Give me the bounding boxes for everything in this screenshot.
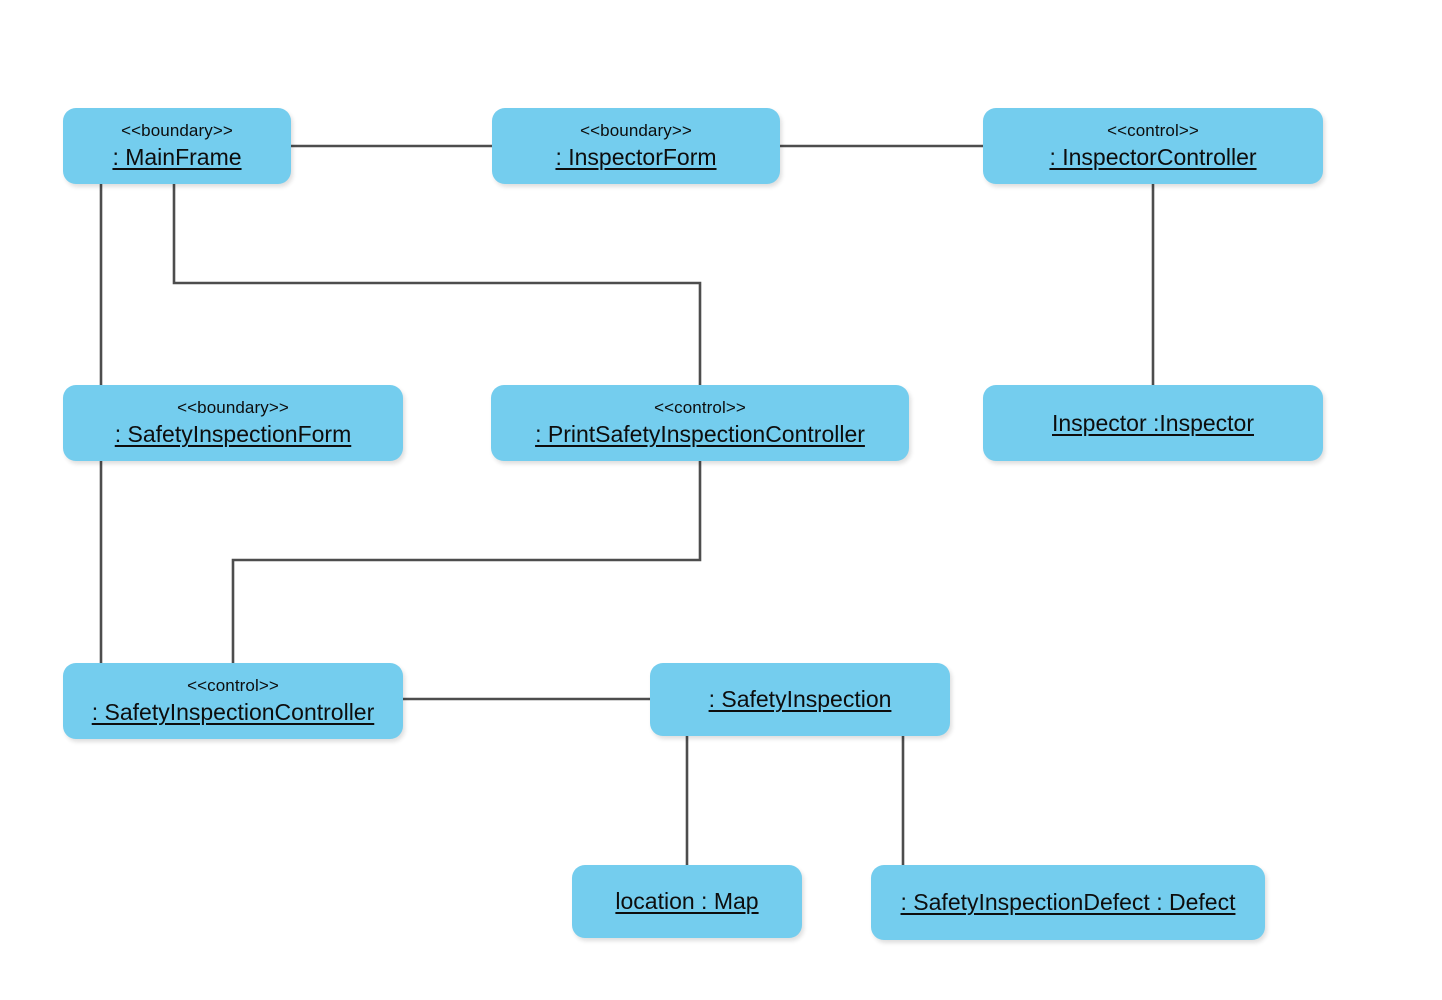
object-node-safetyinspectioncontroller[interactable]: <<control>> : SafetyInspectionController	[63, 663, 403, 739]
object-node-safetyinspectionform[interactable]: <<boundary>> : SafetyInspectionForm	[63, 385, 403, 461]
stereotype-label: <<boundary>>	[121, 121, 233, 140]
object-name-label: : SafetyInspectionController	[91, 699, 375, 725]
object-name-label: : PrintSafetyInspectionController	[535, 421, 865, 447]
object-node-mainframe[interactable]: <<boundary>> : MainFrame	[63, 108, 291, 184]
object-name-label: location : Map	[615, 888, 759, 914]
object-name-label: : InspectorForm	[555, 144, 717, 170]
connector-mainframe-printsafetyinspectioncontroller	[172, 183, 702, 386]
stereotype-label: <<control>>	[654, 398, 746, 417]
object-node-inspector[interactable]: Inspector :Inspector	[983, 385, 1323, 461]
object-node-printsafetyinspectioncontroller[interactable]: <<control>> : PrintSafetyInspectionContro…	[491, 385, 909, 461]
object-node-inspectorform[interactable]: <<boundary>> : InspectorForm	[492, 108, 780, 184]
object-name-label: : SafetyInspectionForm	[114, 421, 352, 447]
stereotype-label: <<control>>	[1107, 121, 1199, 140]
connector-printsafetyinspectioncontroller-safetyinspectioncontroller	[231, 460, 702, 664]
object-name-label: Inspector :Inspector	[1052, 409, 1254, 436]
object-name-label: : SafetyInspection	[708, 686, 892, 712]
object-name-label: : InspectorController	[1049, 144, 1257, 170]
stereotype-label: <<boundary>>	[177, 398, 289, 417]
diagram-canvas: <<boundary>> : MainFrame <<boundary>> : Ins…	[0, 0, 1442, 1000]
object-name-label: : MainFrame	[112, 144, 242, 170]
object-node-safetyinspection[interactable]: : SafetyInspection	[650, 663, 950, 736]
stereotype-label: <<boundary>>	[580, 121, 692, 140]
object-node-safetyinspectiondefect[interactable]: : SafetyInspectionDefect : Defect	[871, 865, 1265, 940]
object-node-inspectorcontroller[interactable]: <<control>> : InspectorController	[983, 108, 1323, 184]
stereotype-label: <<control>>	[187, 676, 279, 695]
object-node-location[interactable]: location : Map	[572, 865, 802, 938]
object-name-label: : SafetyInspectionDefect : Defect	[900, 889, 1236, 915]
